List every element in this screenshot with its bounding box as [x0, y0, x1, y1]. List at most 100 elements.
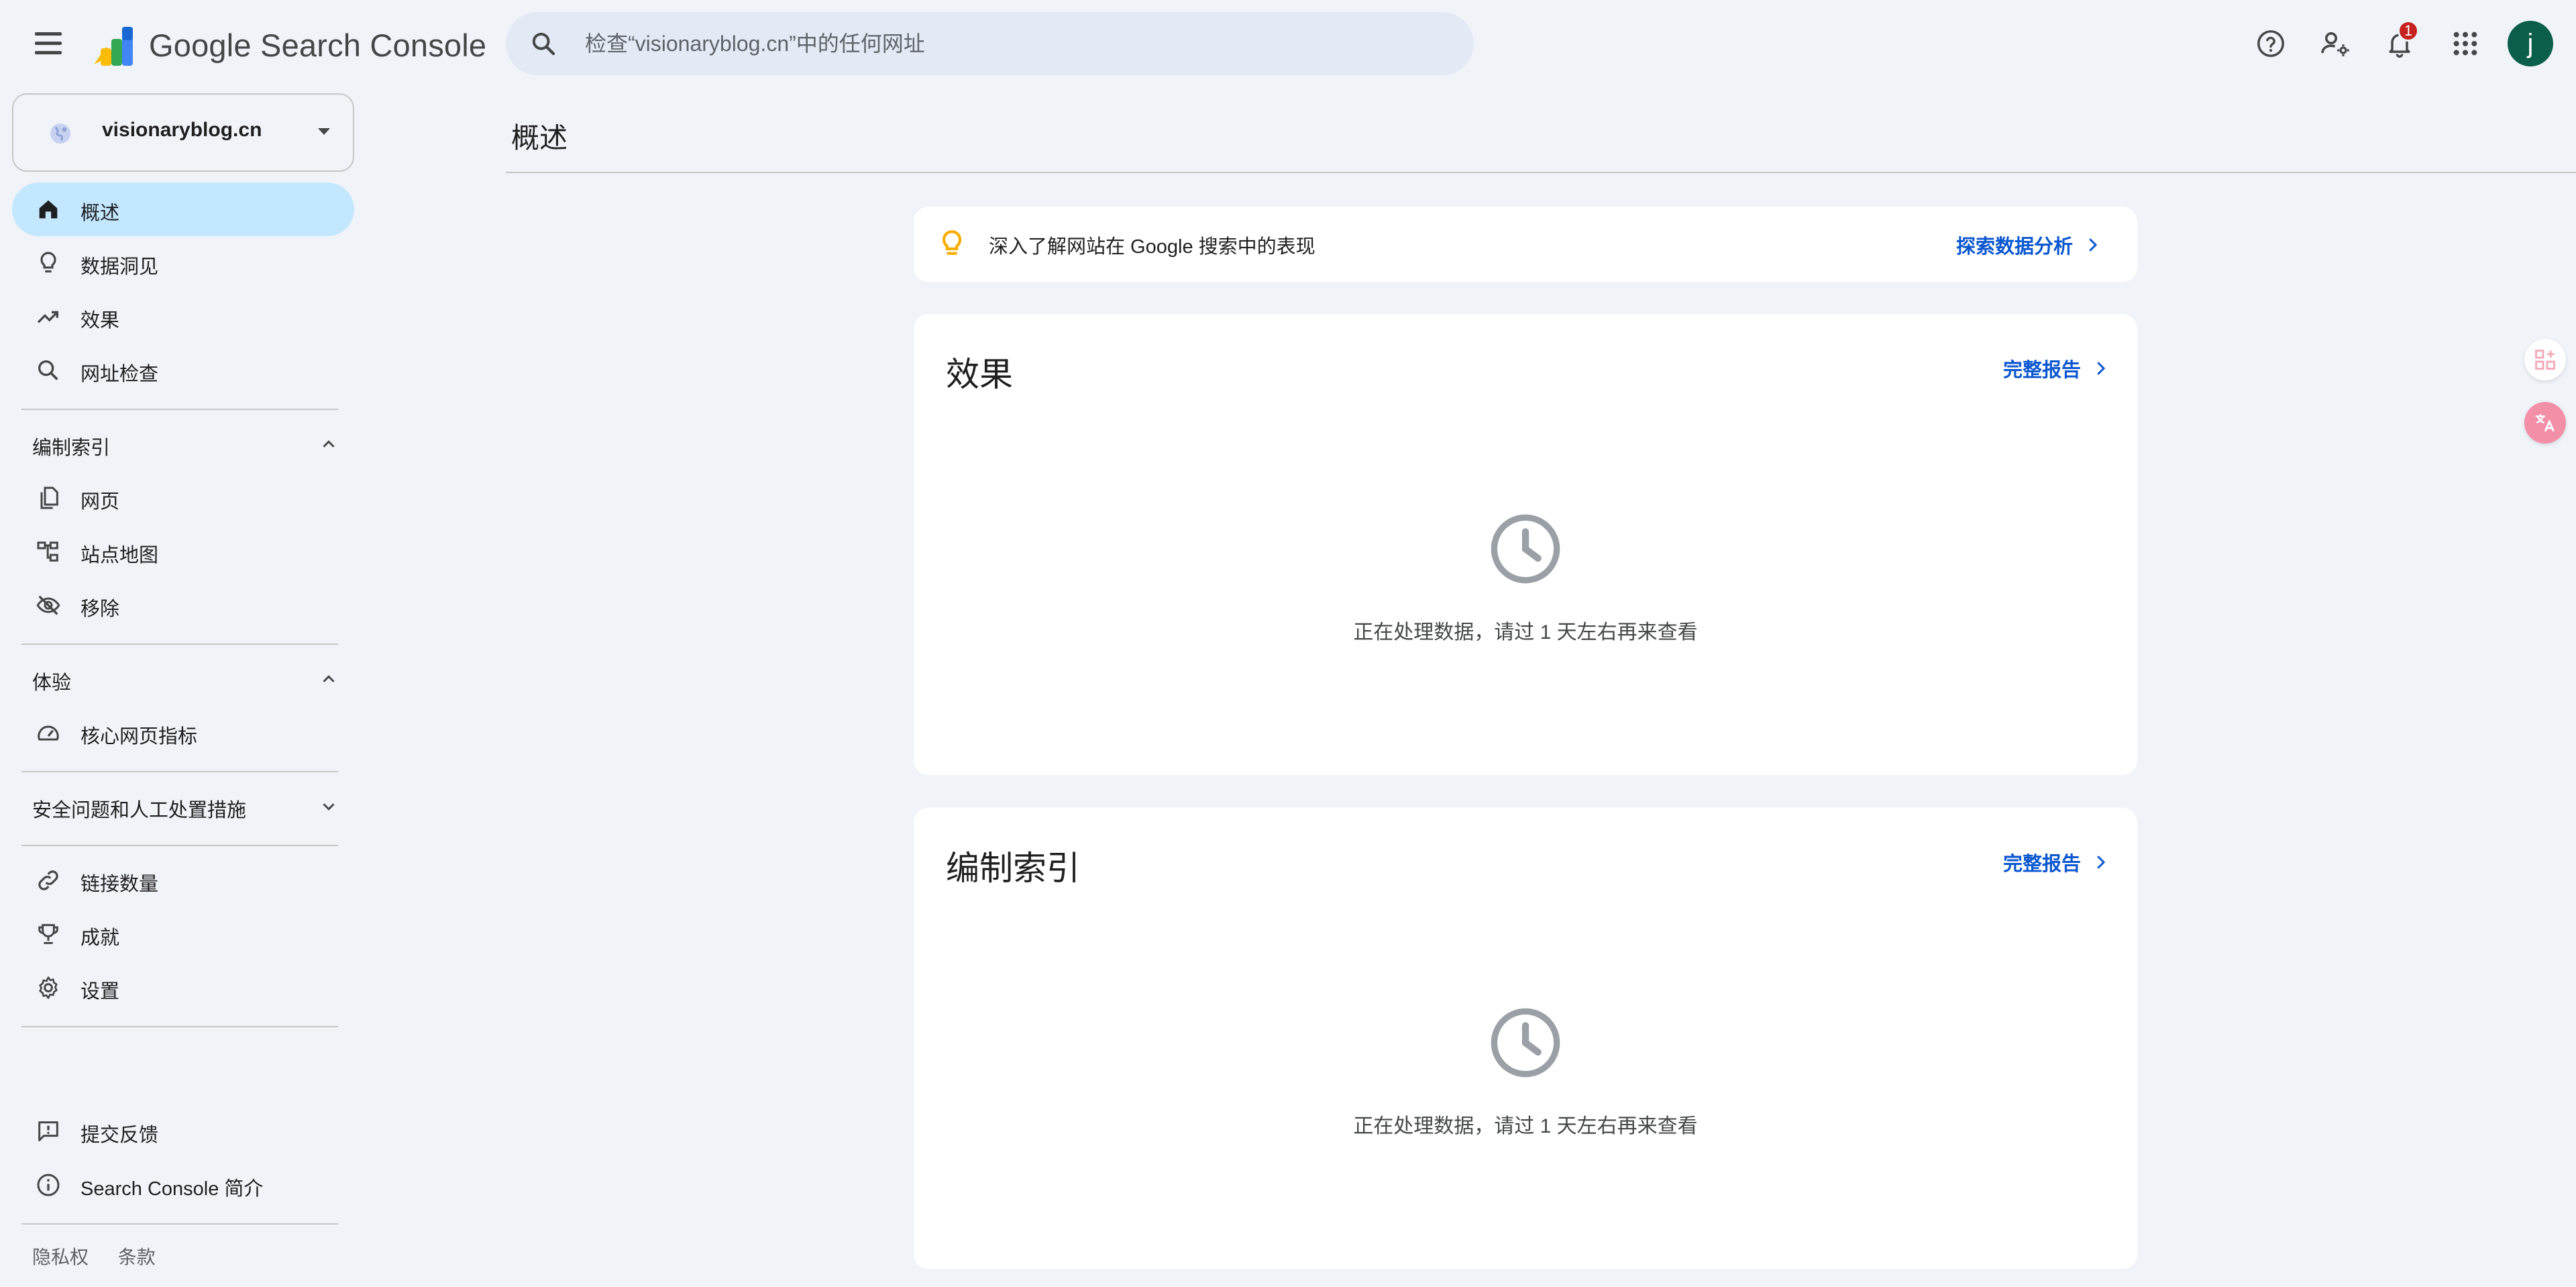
search-console-logo-icon [94, 27, 133, 66]
account-avatar[interactable]: j [2508, 21, 2553, 66]
clock-icon [1491, 1008, 1560, 1078]
sitemap-icon [37, 542, 58, 562]
translate-icon [2535, 414, 2555, 432]
section-experience-toggle[interactable]: 体验 [0, 652, 356, 706]
property-name: visionaryblog.cn [102, 119, 262, 141]
link-label: 完整报告 [2002, 360, 2081, 381]
info-icon [37, 1174, 60, 1196]
nav-achievements[interactable]: 成就 [12, 907, 354, 961]
nav-url-inspection[interactable]: 网址检查 [12, 344, 354, 397]
section-title: 体验 [32, 672, 72, 694]
nav-label: Search Console 简介 [80, 1178, 264, 1200]
legal-links: 隐私权 条款 [32, 1243, 180, 1270]
search-icon [532, 32, 555, 56]
url-inspect-search-bar[interactable] [506, 12, 1474, 75]
nav-performance[interactable]: 效果 [12, 290, 354, 344]
section-title: 编制索引 [32, 437, 111, 459]
nav-core-web-vitals[interactable]: 核心网页指标 [12, 706, 354, 760]
nav-divider [21, 1026, 338, 1027]
processing-message: 正在处理数据，请过 1 天左右再来查看 [1353, 1115, 1698, 1137]
nav-removals[interactable]: 移除 [12, 578, 354, 632]
apps-add-icon [2535, 350, 2555, 370]
nav-divider [21, 644, 338, 645]
privacy-link[interactable]: 隐私权 [32, 1247, 89, 1268]
nav-divider [21, 771, 338, 772]
nav-links[interactable]: 链接数量 [12, 854, 354, 907]
main-menu-button[interactable] [31, 25, 66, 60]
section-indexing-toggle[interactable]: 编制索引 [0, 417, 356, 471]
chevron-right-icon [2097, 856, 2106, 869]
nav-label: 网页 [80, 491, 120, 513]
search-icon [38, 360, 58, 380]
nav-sitemaps[interactable]: 站点地图 [12, 525, 354, 578]
section-security-toggle[interactable]: 安全问题和人工处置措施 [0, 780, 356, 833]
chevron-up-icon [323, 675, 335, 682]
section-title: 安全问题和人工处置措施 [32, 800, 247, 821]
translate-extension-button[interactable] [2524, 402, 2566, 444]
performance-card: 效果 完整报告 正在处理数据，请过 1 天左右再来查看 [914, 314, 2137, 775]
nav-divider [21, 845, 338, 846]
link-icon [38, 870, 58, 890]
feedback-icon [38, 1121, 58, 1141]
nav-overview[interactable]: 概述 [12, 183, 354, 236]
menu-icon [35, 32, 62, 36]
title-divider [506, 172, 2576, 173]
nav-label: 提交反馈 [80, 1125, 159, 1146]
nav-insights[interactable]: 数据洞见 [12, 236, 354, 290]
google-apps-button[interactable] [2445, 23, 2486, 64]
visibility-off-icon [36, 595, 60, 615]
chevron-down-icon [323, 803, 335, 811]
nav-label: 概述 [80, 203, 120, 224]
globe-icon [50, 123, 70, 144]
search-input[interactable] [584, 12, 1442, 75]
nav-label: 站点地图 [80, 545, 159, 566]
apps-grid-icon [2453, 32, 2477, 56]
nav-about-search-console[interactable]: Search Console 简介 [12, 1158, 354, 1212]
chevron-right-icon [2097, 362, 2106, 375]
insights-text: 深入了解网站在 Google 搜索中的表现 [989, 236, 1316, 258]
lightbulb-icon [942, 230, 962, 255]
nav-label: 成就 [80, 927, 120, 949]
nav-label: 效果 [80, 310, 120, 331]
terms-link[interactable]: 条款 [118, 1247, 156, 1268]
explore-insights-link[interactable]: 探索数据分析 [1956, 231, 2102, 259]
processing-message: 正在处理数据，请过 1 天左右再来查看 [1353, 621, 1698, 644]
extension-apps-button[interactable] [2524, 339, 2566, 380]
card-title: 编制索引 [946, 850, 1080, 887]
page-title: 概述 [511, 122, 568, 154]
nav-label: 移除 [80, 599, 120, 620]
search-console-app: Google Search Console 1 j visionaryblog.… [0, 0, 2576, 1287]
home-icon [39, 200, 58, 219]
help-icon [2257, 30, 2284, 57]
nav-label: 网址检查 [80, 364, 159, 385]
link-label: 完整报告 [2002, 854, 2081, 875]
top-app-bar: Google Search Console 1 j [0, 0, 2576, 87]
help-button[interactable] [2250, 23, 2292, 64]
gear-icon [39, 976, 58, 999]
nav-divider [21, 1223, 338, 1225]
app-title[interactable]: Google Search Console [149, 27, 486, 64]
speed-icon [38, 725, 59, 741]
lightbulb-icon [40, 252, 56, 273]
users-permissions-button[interactable] [2314, 23, 2356, 64]
link-label: 探索数据分析 [1955, 236, 2073, 258]
indexing-card: 编制索引 完整报告 正在处理数据，请过 1 天左右再来查看 [914, 808, 2137, 1269]
nav-submit-feedback[interactable]: 提交反馈 [12, 1104, 354, 1158]
insights-banner: 深入了解网站在 Google 搜索中的表现 探索数据分析 [914, 207, 2137, 282]
nav-pages[interactable]: 网页 [12, 471, 354, 525]
chevron-right-icon [2089, 238, 2098, 252]
clock-icon [1491, 514, 1560, 584]
notifications-button[interactable]: 1 [2379, 20, 2420, 64]
nav-label: 数据洞见 [80, 256, 159, 278]
notification-badge: 1 [2398, 20, 2419, 42]
chevron-up-icon [323, 440, 335, 448]
nav-label: 核心网页指标 [80, 726, 198, 748]
nav-label: 设置 [80, 981, 120, 1002]
nav-label: 链接数量 [80, 874, 159, 895]
performance-full-report-link[interactable]: 完整报告 [2003, 354, 2110, 382]
trophy-icon [38, 924, 58, 944]
property-selector[interactable]: visionaryblog.cn [12, 93, 354, 172]
indexing-full-report-link[interactable]: 完整报告 [2003, 848, 2110, 876]
manage-accounts-icon [2321, 32, 2349, 56]
nav-settings[interactable]: 设置 [12, 961, 354, 1015]
